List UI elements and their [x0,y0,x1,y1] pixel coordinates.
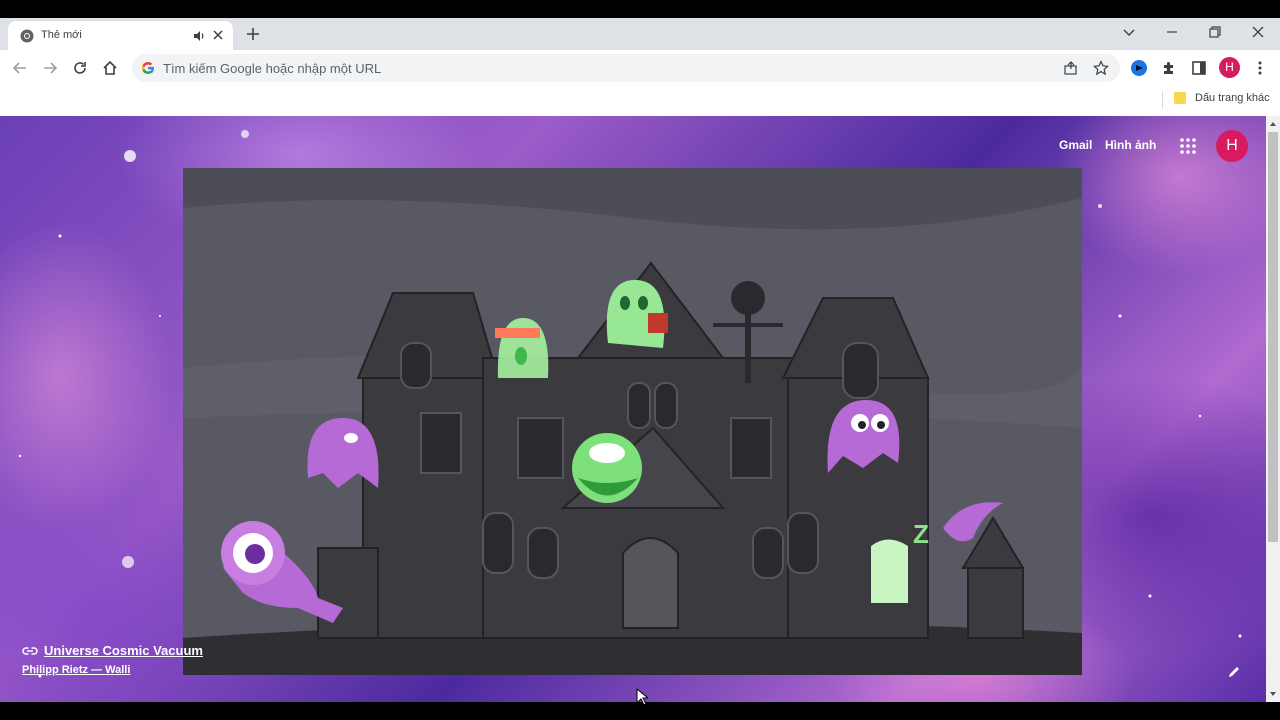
bookmarks-bar: Dấu trang khác [0,86,1280,116]
ghost-green-ball [572,433,642,503]
front-door [622,537,679,629]
forward-icon[interactable] [41,59,59,77]
google-doodle[interactable]: Z [183,168,1082,675]
omnibox-placeholder: Tìm kiếm Google hoặc nhập một URL [163,61,382,76]
images-link[interactable]: Hình ảnh [1105,138,1156,152]
toolbar: Tìm kiếm Google hoặc nhập một URL H [0,50,1280,86]
profile-avatar[interactable]: H [1219,57,1240,78]
tab-new-tab[interactable]: Thẻ mới [8,21,233,50]
page-scrollbar[interactable] [1266,116,1280,702]
pencil-icon[interactable] [1226,664,1242,680]
back-icon[interactable] [11,59,29,77]
tab-search-icon[interactable] [1121,24,1137,40]
svg-text:Z: Z [913,519,929,549]
background-title-link[interactable]: Universe Cosmic Vacuum [44,643,203,658]
folder-icon [1174,92,1186,104]
scroll-up-icon[interactable] [1269,120,1277,128]
minimize-icon[interactable] [1164,24,1180,40]
reload-icon[interactable] [71,59,89,77]
mouse-cursor-icon [636,688,648,706]
extension-icon[interactable] [1130,59,1148,77]
share-icon[interactable] [1063,60,1079,76]
close-icon[interactable] [211,28,225,42]
plus-icon[interactable] [245,26,261,42]
window-close-icon[interactable] [1250,24,1266,40]
star-icon[interactable] [1093,60,1109,76]
tab-title: Thẻ mới [41,29,82,41]
puzzle-icon[interactable] [1160,59,1178,77]
scroll-down-icon[interactable] [1269,690,1277,698]
tab-strip: Thẻ mới [0,18,1280,50]
audio-icon[interactable] [192,29,206,43]
chrome-icon [20,29,34,43]
restore-icon[interactable] [1207,24,1223,40]
apps-icon[interactable] [1178,136,1198,156]
omnibox[interactable]: Tìm kiếm Google hoặc nhập một URL [132,54,1120,82]
top-letterbox [0,0,1280,18]
background-author-link[interactable]: Philipp Rietz — Walli [22,664,130,676]
menu-icon[interactable] [1251,59,1269,77]
scroll-thumb[interactable] [1268,132,1278,542]
google-icon [141,62,154,74]
side-panel-icon[interactable] [1190,59,1208,77]
gmail-link[interactable]: Gmail [1059,138,1092,152]
other-bookmarks[interactable]: Dấu trang khác [1195,92,1270,104]
account-avatar[interactable]: H [1216,130,1248,162]
new-tab-page: Gmail Hình ảnh H Z Universe Cosmic Vacuu… [0,116,1266,702]
home-icon[interactable] [101,59,119,77]
link-icon [22,647,38,655]
bookmarks-separator [1162,91,1163,109]
